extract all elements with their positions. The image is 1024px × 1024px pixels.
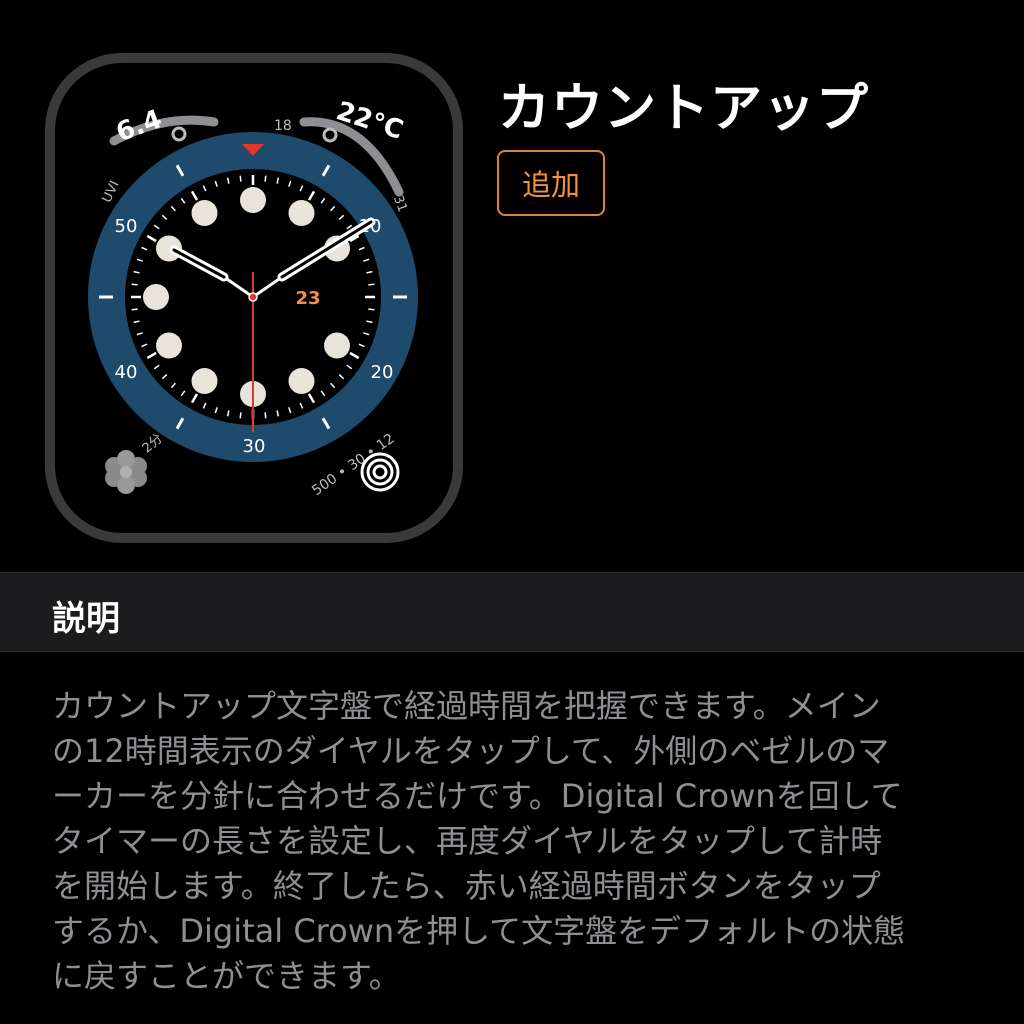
- description-line: タイマーの長さを設定し、再度ダイヤルをタップして計時: [52, 822, 883, 860]
- add-button[interactable]: 追加: [497, 150, 605, 216]
- temp-low: 18: [274, 118, 292, 134]
- bezel-label-40: 40: [115, 362, 138, 383]
- bezel-label-30: 30: [243, 436, 266, 457]
- description-line: カウントアップ文字盤で経過時間を把握できます。メイン: [52, 687, 881, 725]
- description-line: を開始します。終了したら、赤い経過時間ボタンをタップ: [52, 867, 881, 905]
- description-line: ーカーを分針に合わせるだけです。Digital Crownを回して: [52, 777, 903, 815]
- face-title: カウントアップ: [498, 79, 870, 139]
- description-header: 説明: [0, 572, 1024, 652]
- description-line: に戻すことができます。: [52, 957, 401, 995]
- description-text: カウントアップ文字盤で経過時間を把握できます。メイン の12時間表示のダイヤルを…: [52, 684, 982, 999]
- uv-gauge-dot: [171, 126, 187, 142]
- watch-face-preview-area: 6.4 UVI 18 22°C 31 10 20 30 40 50 23: [0, 0, 1024, 572]
- description-title: 説明: [52, 599, 120, 639]
- hand-pivot: [248, 292, 258, 302]
- bezel-label-50: 50: [115, 216, 138, 237]
- temp-gauge-dot: [322, 127, 338, 143]
- date-complication[interactable]: 23: [295, 288, 320, 309]
- description-line: の12時間表示のダイヤルをタップして、外側のベゼルのマ: [52, 732, 890, 770]
- bezel-label-20: 20: [371, 362, 394, 383]
- description-line: するか、Digital Crownを押して文字盤をデフォルトの状態: [52, 912, 906, 950]
- watch-face-preview[interactable]: 6.4 UVI 18 22°C 31 10 20 30 40 50 23: [44, 52, 464, 544]
